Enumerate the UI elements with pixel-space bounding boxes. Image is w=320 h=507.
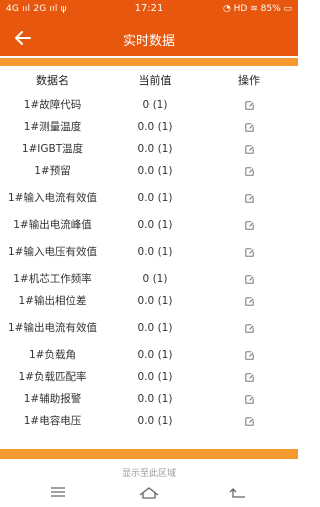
edit-icon[interactable] xyxy=(215,388,283,410)
edit-icon[interactable] xyxy=(215,116,283,138)
menu-icon[interactable] xyxy=(46,483,70,501)
table-row: 1#输出电流有效值 0.0 (1) xyxy=(0,312,298,344)
row-value: 0.0 (1) xyxy=(137,143,173,155)
table-row: 1#输出相位差 0.0 (1) xyxy=(0,290,298,312)
table-row: 1#输入电流有效值 0.0 (1) xyxy=(0,182,298,214)
table-row: 1#负载角 0.0 (1) xyxy=(0,344,298,366)
row-name: 1#测量温度 xyxy=(23,121,82,133)
header-value: 当前值 xyxy=(138,74,172,87)
row-name: 1#负载角 xyxy=(29,349,76,361)
nav-bar xyxy=(0,478,298,507)
row-name: 1#故障代码 xyxy=(23,99,82,111)
table-row: 1#测量温度 0.0 (1) xyxy=(0,116,298,138)
table-row: 1#故障代码 0 (1) xyxy=(0,94,298,116)
row-value: 0.0 (1) xyxy=(137,295,173,307)
table-header: 数据名 当前值 操作 xyxy=(0,72,298,90)
edit-icon[interactable] xyxy=(215,94,283,116)
row-value: 0.0 (1) xyxy=(137,415,173,427)
row-name: 1#IGBT温度 xyxy=(21,143,84,155)
edit-icon[interactable] xyxy=(215,366,283,388)
row-value: 0.0 (1) xyxy=(137,393,173,405)
header-name: 数据名 xyxy=(36,74,69,87)
edit-icon[interactable] xyxy=(215,182,283,214)
table-row: 1#输出电流峰值 0.0 (1) xyxy=(0,214,298,236)
row-value: 0.0 (1) xyxy=(137,322,173,334)
row-name: 1#输入电流有效值 xyxy=(8,192,97,204)
row-name: 1#负载匹配率 xyxy=(18,371,87,383)
edit-icon[interactable] xyxy=(215,160,283,182)
table-row: 1#辅助报警 0.0 (1) xyxy=(0,388,298,410)
home-icon[interactable] xyxy=(137,483,161,501)
row-value: 0.0 (1) xyxy=(137,121,173,133)
row-value: 0.0 (1) xyxy=(137,192,173,204)
row-value: 0.0 (1) xyxy=(137,349,173,361)
edit-icon[interactable] xyxy=(215,138,283,160)
top-accent-strip xyxy=(0,58,298,66)
back-icon[interactable] xyxy=(227,483,251,501)
row-value: 0 (1) xyxy=(142,99,168,111)
row-name: 1#机芯工作频率 xyxy=(13,273,92,285)
row-name: 1#输入电压有效值 xyxy=(8,246,97,258)
table-row: 1#IGBT温度 0.0 (1) xyxy=(0,138,298,160)
row-value: 0.0 (1) xyxy=(137,219,173,231)
table-row: 1#机芯工作频率 0 (1) xyxy=(0,268,298,290)
row-value: 0.0 (1) xyxy=(137,371,173,383)
edit-icon[interactable] xyxy=(215,268,283,290)
row-name: 1#输出电流峰值 xyxy=(13,219,92,231)
table-row: 1#电容电压 0.0 (1) xyxy=(0,410,298,432)
table-row: 1#负载匹配率 0.0 (1) xyxy=(0,366,298,388)
row-value: 0.0 (1) xyxy=(137,165,173,177)
edit-icon[interactable] xyxy=(215,214,283,236)
table-row: 1#预留 0.0 (1) xyxy=(0,160,298,182)
edit-icon[interactable] xyxy=(215,236,283,268)
row-value: 0 (1) xyxy=(142,273,168,285)
header-operation: 操作 xyxy=(238,74,260,87)
app-bar: 实时数据 xyxy=(0,20,298,56)
row-name: 1#输出电流有效值 xyxy=(8,322,97,334)
edit-icon[interactable] xyxy=(215,410,283,432)
row-value: 0.0 (1) xyxy=(137,246,173,258)
edit-icon[interactable] xyxy=(215,344,283,366)
row-name: 1#预留 xyxy=(34,165,71,177)
bottom-accent-strip xyxy=(0,449,298,459)
table-row: 1#输入电压有效值 0.0 (1) xyxy=(0,236,298,268)
data-table: 1#故障代码 0 (1) 1#测量温度 0.0 (1) 1#IGBT温度 0.0 (1) 1… xyxy=(0,94,298,432)
status-indicators: ◔ HD ≋ 85% ▭ xyxy=(222,4,292,14)
status-bar: 4G ııl 2G ııl ψ 17:21 ◔ HD ≋ 85% ▭ xyxy=(0,0,298,20)
page-title: 实时数据 xyxy=(122,34,175,49)
row-name: 1#输出相位差 xyxy=(18,295,87,307)
row-name: 1#电容电压 xyxy=(23,415,82,427)
row-name: 1#辅助报警 xyxy=(23,393,82,405)
edit-icon[interactable] xyxy=(215,290,283,312)
edit-icon[interactable] xyxy=(215,312,283,344)
